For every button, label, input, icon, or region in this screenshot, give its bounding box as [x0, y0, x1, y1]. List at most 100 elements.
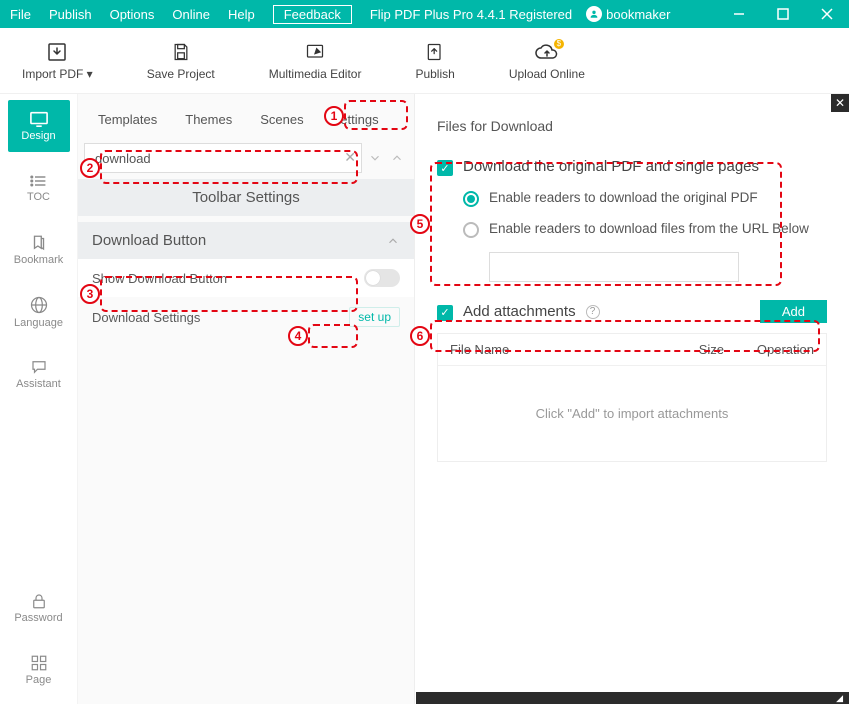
- sidebar-label: Page: [26, 674, 52, 686]
- publish-icon: [424, 41, 446, 63]
- feedback-button[interactable]: Feedback: [273, 5, 352, 24]
- panel-tabs: Templates Themes Scenes Settings: [78, 94, 414, 137]
- menu-file[interactable]: File: [10, 7, 31, 22]
- import-label: Import PDF ▾: [22, 67, 93, 81]
- sidebar-item-language[interactable]: Language: [8, 286, 70, 338]
- clear-search-icon[interactable]: ✕: [344, 149, 356, 166]
- edit-icon: [304, 41, 326, 63]
- lock-icon: [30, 592, 48, 610]
- chevron-up-icon: [386, 234, 400, 248]
- maximize-button[interactable]: [761, 0, 805, 28]
- sidebar-label: Assistant: [16, 378, 61, 390]
- sidebar-label: TOC: [27, 191, 50, 203]
- radio-label: Enable readers to download the original …: [489, 190, 758, 205]
- checkbox-icon[interactable]: ✓: [437, 305, 453, 321]
- panel-title: Files for Download: [437, 118, 827, 134]
- sidebar-label: Bookmark: [14, 254, 64, 266]
- section-label: Download Button: [92, 232, 206, 249]
- section-toolbar-settings: Toolbar Settings: [78, 179, 414, 216]
- resize-handle-icon[interactable]: ◢: [836, 693, 843, 704]
- sidebar-label: Password: [14, 612, 62, 624]
- bookmark-icon: [29, 234, 49, 252]
- col-operation: Operation: [724, 342, 814, 357]
- upload-online-button[interactable]: $ Upload Online: [497, 37, 597, 85]
- col-size: Size: [664, 342, 724, 357]
- publish-label: Publish: [415, 67, 454, 81]
- overlay-bottom-edge: ◢: [416, 692, 849, 704]
- left-sidebar: Design TOC Bookmark Language Assistant P…: [0, 94, 78, 704]
- checkbox-original-pdf: ✓ Download the original PDF and single p…: [437, 158, 827, 176]
- minimize-button[interactable]: [717, 0, 761, 28]
- sidebar-item-toc[interactable]: TOC: [8, 162, 70, 214]
- sidebar-label: Design: [21, 130, 55, 142]
- row-label: Download Settings: [92, 310, 200, 325]
- multimedia-editor-button[interactable]: Multimedia Editor: [257, 37, 374, 85]
- overlay-close-icon[interactable]: ✕: [831, 94, 849, 112]
- multimedia-label: Multimedia Editor: [269, 67, 362, 81]
- menu-publish[interactable]: Publish: [49, 7, 92, 22]
- search-prev-icon[interactable]: [388, 151, 406, 165]
- publish-button[interactable]: Publish: [403, 37, 466, 85]
- checkbox-label: Download the original PDF and single pag…: [463, 158, 759, 175]
- sidebar-item-bookmark[interactable]: Bookmark: [8, 224, 70, 276]
- sidebar-item-page[interactable]: Page: [8, 644, 70, 696]
- chat-icon: [29, 358, 49, 376]
- radio-label: Enable readers to download files from th…: [489, 221, 809, 236]
- setup-button[interactable]: set up: [349, 307, 400, 327]
- radio-icon[interactable]: [463, 191, 479, 207]
- grid-icon: [30, 654, 48, 672]
- save-project-button[interactable]: Save Project: [135, 37, 227, 85]
- cloud-upload-icon: $: [534, 41, 560, 63]
- show-download-toggle[interactable]: [364, 269, 400, 287]
- search-next-icon[interactable]: [366, 151, 384, 165]
- download-panel: Files for Download ✓ Download the origin…: [414, 94, 849, 704]
- titlebar: File Publish Options Online Help Feedbac…: [0, 0, 849, 28]
- radio-from-url[interactable]: Enable readers to download files from th…: [463, 221, 827, 238]
- app-title: Flip PDF Plus Pro 4.4.1 Registered: [370, 7, 572, 22]
- search-row: ✕: [78, 137, 414, 179]
- import-icon: [45, 41, 69, 63]
- checkbox-icon[interactable]: ✓: [437, 160, 453, 176]
- sidebar-item-design[interactable]: Design: [8, 100, 70, 152]
- globe-icon: [29, 295, 49, 315]
- list-icon: [29, 173, 49, 189]
- sidebar-label: Language: [14, 317, 63, 329]
- help-icon[interactable]: ?: [586, 305, 600, 319]
- close-button[interactable]: [805, 0, 849, 28]
- save-label: Save Project: [147, 67, 215, 81]
- url-input[interactable]: [489, 252, 739, 282]
- radio-icon[interactable]: [463, 222, 479, 238]
- sidebar-item-password[interactable]: Password: [8, 582, 70, 634]
- save-icon: [170, 41, 192, 63]
- row-download-settings: Download Settings set up: [78, 297, 414, 337]
- upload-label: Upload Online: [509, 67, 585, 81]
- tab-themes[interactable]: Themes: [175, 108, 242, 131]
- attachments-header: ✓ Add attachments ? Add: [437, 300, 827, 323]
- avatar-icon: [586, 6, 602, 22]
- radio-original-pdf[interactable]: Enable readers to download the original …: [463, 190, 827, 207]
- col-filename: File Name: [450, 342, 664, 357]
- row-label: Show Download Button: [92, 271, 227, 286]
- monitor-icon: [28, 110, 50, 128]
- menu-help[interactable]: Help: [228, 7, 255, 22]
- settings-panel: Templates Themes Scenes Settings ✕ Toolb…: [78, 94, 414, 704]
- table-empty-message: Click "Add" to import attachments: [438, 366, 826, 461]
- tab-scenes[interactable]: Scenes: [250, 108, 313, 131]
- user-chip[interactable]: bookmaker: [586, 6, 670, 22]
- tab-templates[interactable]: Templates: [88, 108, 167, 131]
- sidebar-item-assistant[interactable]: Assistant: [8, 348, 70, 400]
- table-header: File Name Size Operation: [438, 334, 826, 366]
- row-show-download: Show Download Button: [78, 259, 414, 297]
- menu-online[interactable]: Online: [172, 7, 210, 22]
- radio-group-download-source: Enable readers to download the original …: [437, 190, 827, 238]
- section-download-button[interactable]: Download Button: [78, 222, 414, 259]
- main-toolbar: Import PDF ▾ Save Project Multimedia Edi…: [0, 28, 849, 94]
- attachments-table: File Name Size Operation Click "Add" to …: [437, 333, 827, 462]
- import-pdf-button[interactable]: Import PDF ▾: [10, 37, 105, 85]
- attach-label: Add attachments: [463, 303, 576, 320]
- add-attachment-button[interactable]: Add: [760, 300, 827, 323]
- menu-options[interactable]: Options: [110, 7, 155, 22]
- username: bookmaker: [606, 7, 670, 22]
- search-input[interactable]: [84, 143, 362, 173]
- tab-settings[interactable]: Settings: [322, 108, 389, 131]
